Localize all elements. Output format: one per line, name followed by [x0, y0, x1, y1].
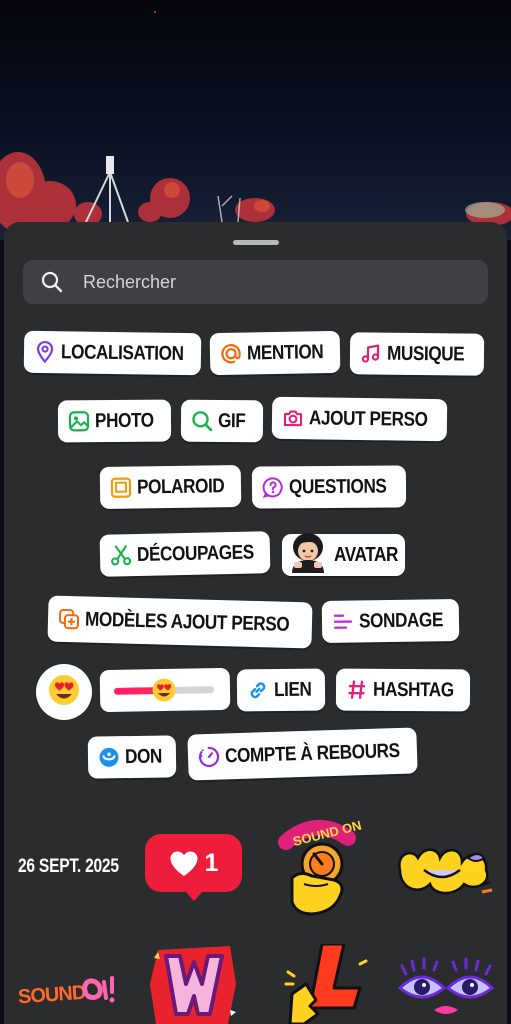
- sticker-hashtag[interactable]: HASHTAG: [335, 668, 471, 712]
- emoji-slider-sticker[interactable]: [99, 667, 231, 713]
- sticker-questions-label: QUESTIONS: [288, 475, 387, 498]
- link-icon: [247, 679, 269, 701]
- search-gif-icon: [191, 410, 213, 432]
- sticker-avatar[interactable]: AVATAR: [282, 533, 405, 576]
- camera-icon: [282, 407, 304, 429]
- date-sticker[interactable]: 26 SEPT. 2025: [18, 856, 119, 878]
- sticker-localisation[interactable]: LOCALISATION: [23, 330, 202, 376]
- emoji-reaction-sticker[interactable]: [36, 664, 92, 720]
- sticker-gif[interactable]: GIF: [180, 399, 264, 443]
- sticker-avatar-label: AVATAR: [334, 543, 398, 566]
- sticker-ajout-perso-label: AJOUT PERSO: [308, 406, 428, 431]
- question-bubble-icon: [262, 476, 284, 498]
- heart-icon: [169, 850, 199, 877]
- sticker-polaroid-label: POLAROID: [136, 474, 225, 498]
- search-icon: [41, 271, 63, 293]
- w-letter-sticker[interactable]: [146, 944, 240, 1024]
- background-photo: [0, 0, 511, 240]
- sticker-compte-a-rebours-label: COMPTE À REBOURS: [224, 739, 400, 767]
- sticker-localisation-label: LOCALISATION: [60, 340, 184, 365]
- sticker-modeles-ajout-perso[interactable]: MODÈLES AJOUT PERSO: [47, 595, 313, 649]
- eyes-lips-sticker[interactable]: [396, 954, 496, 1020]
- sticker-don-label: DON: [124, 745, 163, 768]
- countdown-timer-icon: [198, 746, 221, 769]
- sticker-decoupages-label: DÉCOUPAGES: [136, 541, 254, 566]
- donation-icon: [98, 746, 120, 768]
- sticker-musique[interactable]: MUSIQUE: [349, 332, 485, 376]
- scissors-icon: [110, 544, 132, 566]
- search-bar[interactable]: [23, 260, 488, 304]
- like-count: 1: [204, 848, 219, 877]
- like-sticker-tail: [185, 891, 203, 901]
- sticker-mention[interactable]: MENTION: [209, 330, 341, 376]
- polaroid-icon: [110, 477, 132, 499]
- poll-lines-icon: [332, 611, 354, 633]
- sticker-decoupages[interactable]: DÉCOUPAGES: [99, 531, 271, 577]
- image-icon: [68, 410, 90, 432]
- sticker-lien-label: LIEN: [273, 678, 312, 701]
- heart-eyes-emoji: [47, 673, 81, 712]
- sticker-sondage[interactable]: SONDAGE: [321, 599, 460, 643]
- like-count-sticker[interactable]: 1: [145, 834, 242, 901]
- sticker-modeles-ajout-perso-label: MODÈLES AJOUT PERSO: [84, 608, 290, 636]
- slider-thumb-emoji[interactable]: [151, 677, 177, 703]
- search-input[interactable]: [83, 271, 443, 293]
- sticker-hashtag-label: HASHTAG: [372, 678, 454, 701]
- sticker-musique-label: MUSIQUE: [386, 342, 465, 365]
- sticker-mention-label: MENTION: [246, 340, 324, 364]
- sticker-sheet: LOCALISATION MENTION MUSIQUE PHOTO GIF A…: [4, 222, 507, 1024]
- sticker-polaroid[interactable]: POLAROID: [99, 465, 242, 509]
- l-letter-sticker[interactable]: [282, 942, 370, 1024]
- sticker-sondage-label: SONDAGE: [358, 608, 444, 632]
- avatar-image: [286, 529, 332, 575]
- sheet-drag-handle[interactable]: [233, 240, 279, 245]
- sound-on-knob-sticker[interactable]: SOUND ON: [272, 818, 364, 918]
- sticker-compte-a-rebours[interactable]: COMPTE À REBOURS: [187, 727, 418, 781]
- hashtag-icon: [346, 679, 368, 701]
- sticker-ajout-perso[interactable]: AJOUT PERSO: [271, 396, 448, 442]
- sticker-photo-label: PHOTO: [94, 409, 154, 432]
- sticker-questions[interactable]: QUESTIONS: [251, 465, 407, 509]
- template-plus-icon: [58, 608, 81, 631]
- sticker-don[interactable]: DON: [87, 735, 177, 779]
- sticker-gif-label: GIF: [217, 409, 246, 432]
- music-note-icon: [360, 342, 382, 364]
- sound-on-script-sticker[interactable]: SOUND: [16, 966, 120, 1012]
- sticker-lien[interactable]: LIEN: [236, 668, 326, 712]
- sticker-photo[interactable]: PHOTO: [57, 399, 172, 443]
- location-pin-icon: [34, 340, 56, 364]
- threads-at-icon: [220, 343, 242, 365]
- sound-lettering-sticker[interactable]: [394, 840, 494, 900]
- svg-text:SOUND: SOUND: [17, 982, 86, 1009]
